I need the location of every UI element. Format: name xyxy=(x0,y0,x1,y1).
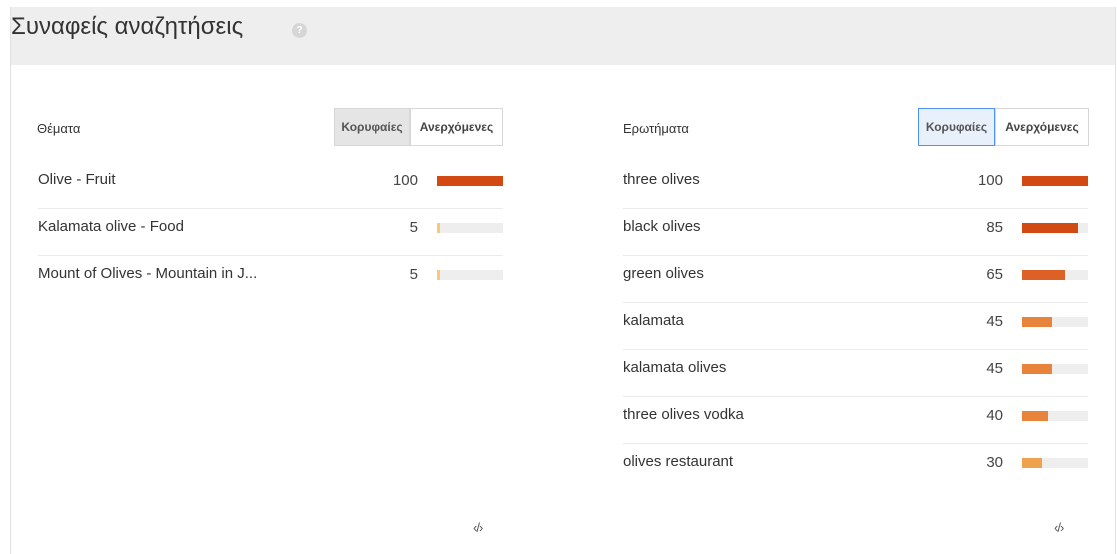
topics-list: Olive - Fruit 100 Kalamata olive - Food 5 Mo… xyxy=(38,162,503,303)
queries-title: Ερωτήματα xyxy=(623,121,689,136)
queries-toggle: Κορυφαίες Ανερχόμενες xyxy=(918,108,1089,146)
queries-row-label[interactable]: green olives xyxy=(623,265,923,282)
queries-row-bar-fill xyxy=(1022,223,1078,233)
queries-row-bar xyxy=(1022,411,1088,421)
queries-row-label[interactable]: three olives vodka xyxy=(623,406,923,423)
queries-row[interactable]: green olives 65 xyxy=(623,256,1088,303)
queries-row-bar xyxy=(1022,458,1088,468)
queries-row-value: 45 xyxy=(986,360,1003,377)
queries-row-value: 45 xyxy=(986,313,1003,330)
queries-list: three olives 100 black olives 85 green olive… xyxy=(623,162,1088,491)
topics-row[interactable]: Mount of Olives - Mountain in J... 5 xyxy=(38,256,503,303)
queries-row-bar xyxy=(1022,223,1088,233)
queries-row-bar xyxy=(1022,364,1088,374)
topics-row-bar-fill xyxy=(437,176,503,186)
topics-row-bar xyxy=(437,176,503,186)
topics-row-label[interactable]: Olive - Fruit xyxy=(38,171,328,188)
queries-tab-top[interactable]: Κορυφαίες xyxy=(918,108,995,146)
topics-toggle: Κορυφαίες Ανερχόμενες xyxy=(334,108,503,146)
card-header: Συναφείς αναζητήσεις ? xyxy=(11,7,1115,65)
help-icon[interactable]: ? xyxy=(292,23,307,38)
topics-title: Θέματα xyxy=(37,121,81,136)
queries-row[interactable]: three olives 100 xyxy=(623,162,1088,209)
queries-row-value: 40 xyxy=(986,407,1003,424)
queries-row-bar-fill xyxy=(1022,411,1048,421)
topics-row[interactable]: Kalamata olive - Food 5 xyxy=(38,209,503,256)
queries-row-bar-fill xyxy=(1022,176,1088,186)
topics-row-value: 100 xyxy=(392,172,418,189)
topics-row-bar-fill xyxy=(437,223,440,233)
topics-row-value: 5 xyxy=(409,219,418,236)
topics-embed-code-icon[interactable]: ‹/› xyxy=(473,520,483,535)
queries-row-bar xyxy=(1022,317,1088,327)
queries-row-bar xyxy=(1022,176,1088,186)
topics-row-label[interactable]: Mount of Olives - Mountain in J... xyxy=(38,265,328,282)
queries-row-bar-fill xyxy=(1022,270,1065,280)
queries-row-value: 100 xyxy=(977,172,1003,189)
topics-tab-top[interactable]: Κορυφαίες xyxy=(334,108,410,146)
topics-row[interactable]: Olive - Fruit 100 xyxy=(38,162,503,209)
queries-row[interactable]: three olives vodka 40 xyxy=(623,397,1088,444)
queries-row-bar-fill xyxy=(1022,458,1042,468)
queries-row-value: 65 xyxy=(986,266,1003,283)
queries-embed-code-icon[interactable]: ‹/› xyxy=(1054,520,1064,535)
topics-row-label[interactable]: Kalamata olive - Food xyxy=(38,218,328,235)
queries-row[interactable]: olives restaurant 30 xyxy=(623,444,1088,491)
queries-row[interactable]: kalamata 45 xyxy=(623,303,1088,350)
queries-row[interactable]: black olives 85 xyxy=(623,209,1088,256)
related-searches-card: Συναφείς αναζητήσεις ? Θέματα Κορυφαίες … xyxy=(10,7,1116,554)
queries-row-bar xyxy=(1022,270,1088,280)
queries-row[interactable]: kalamata olives 45 xyxy=(623,350,1088,397)
queries-row-label[interactable]: kalamata olives xyxy=(623,359,923,376)
topics-row-bar xyxy=(437,223,503,233)
queries-row-label[interactable]: olives restaurant xyxy=(623,453,923,470)
queries-row-label[interactable]: three olives xyxy=(623,171,923,188)
queries-tab-rising[interactable]: Ανερχόμενες xyxy=(995,108,1089,146)
topics-row-value: 5 xyxy=(409,266,418,283)
queries-row-bar-fill xyxy=(1022,317,1052,327)
queries-row-label[interactable]: black olives xyxy=(623,218,923,235)
topics-row-bar-fill xyxy=(437,270,440,280)
topics-tab-rising[interactable]: Ανερχόμενες xyxy=(410,108,503,146)
queries-row-value: 30 xyxy=(986,454,1003,471)
card-title: Συναφείς αναζητήσεις xyxy=(11,13,244,40)
queries-row-label[interactable]: kalamata xyxy=(623,312,923,329)
queries-row-value: 85 xyxy=(986,219,1003,236)
topics-row-bar xyxy=(437,270,503,280)
queries-row-bar-fill xyxy=(1022,364,1052,374)
